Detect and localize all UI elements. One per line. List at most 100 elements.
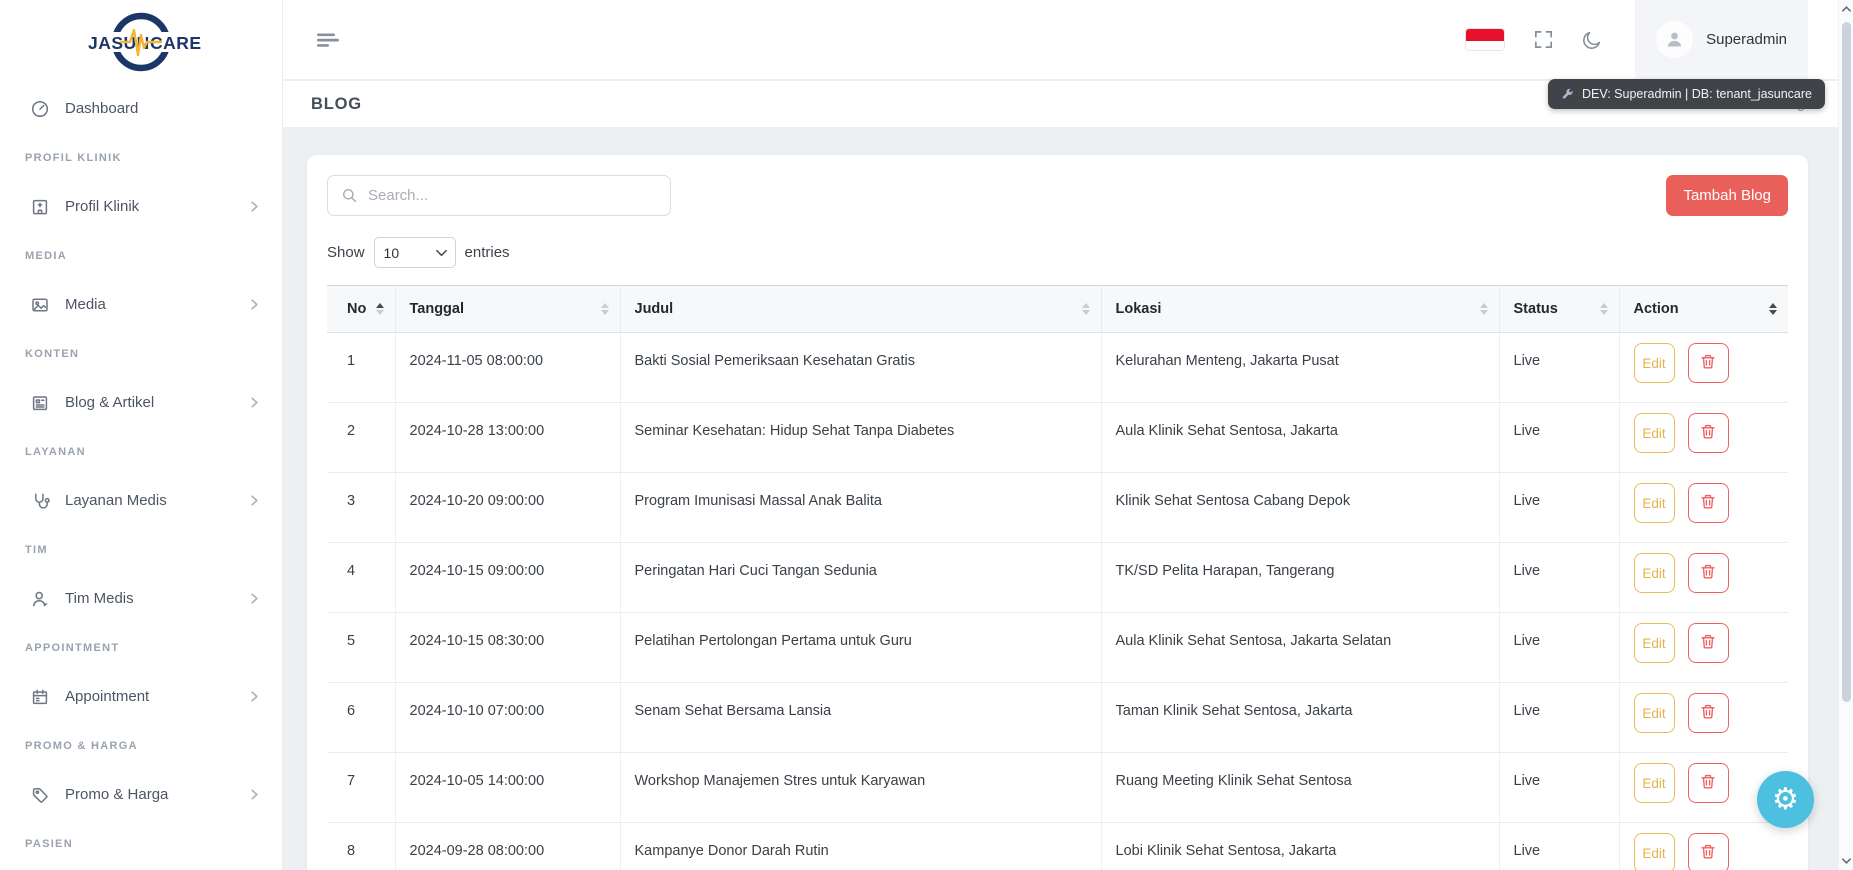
page-scrollbar[interactable] [1838,0,1853,870]
cell-judul: Peringatan Hari Cuci Tangan Sedunia [620,543,1101,613]
delete-button[interactable] [1688,693,1729,733]
cell-tanggal: 2024-10-28 13:00:00 [395,403,620,473]
jasuncare-logo-icon: JASUN CARE [77,9,205,75]
hospital-icon [30,197,50,217]
cell-status: Live [1499,543,1619,613]
user-menu[interactable]: Superadmin [1635,0,1808,79]
delete-button[interactable] [1688,343,1729,383]
cell-lokasi: Taman Klinik Sehat Sentosa, Jakarta [1101,683,1499,753]
column-header-no[interactable]: No [327,286,395,333]
column-header-tanggal[interactable]: Tanggal [395,286,620,333]
sidebar-item-label: Profil Klinik [65,198,247,215]
show-label: Show [327,244,365,261]
sidebar-item-label: Layanan Medis [65,492,247,509]
cell-judul: Program Imunisasi Massal Anak Balita [620,473,1101,543]
sidebar-item-blog-artikel[interactable]: Blog & Artikel [0,378,282,427]
cell-no: 1 [327,333,395,403]
sidebar-item-label: Tim Medis [65,590,247,607]
column-label: No [347,301,366,317]
sidebar-item-dashboard[interactable]: Dashboard [0,84,282,133]
cell-action: Edit [1619,823,1788,870]
sort-arrows-icon [601,303,609,315]
cell-tanggal: 2024-10-15 08:30:00 [395,613,620,683]
edit-button[interactable]: Edit [1634,833,1675,870]
sidebar-section-tim: TIM [0,525,282,574]
sidebar-section-profil-klinik: PROFIL KLINIK [0,133,282,182]
sidebar-item-layanan-medis[interactable]: Layanan Medis [0,476,282,525]
news-icon [30,393,50,413]
image-icon [30,295,50,315]
fullscreen-button[interactable] [1532,28,1555,51]
sidebar-item-promo-harga[interactable]: Promo & Harga [0,770,282,819]
edit-button[interactable]: Edit [1634,553,1675,593]
trash-icon [1699,843,1717,864]
cell-judul: Pelatihan Pertolongan Pertama untuk Guru [620,613,1101,683]
page-size-row: Show 10 entries [327,237,1788,268]
column-header-judul[interactable]: Judul [620,286,1101,333]
edit-button[interactable]: Edit [1634,623,1675,663]
search-input[interactable] [368,187,657,204]
edit-button[interactable]: Edit [1634,343,1675,383]
sort-arrows-icon [1600,303,1608,315]
delete-button[interactable] [1688,483,1729,523]
sidebar-item-tim-medis[interactable]: Tim Medis [0,574,282,623]
table-row: 32024-10-20 09:00:00Program Imunisasi Ma… [327,473,1788,543]
column-header-status[interactable]: Status [1499,286,1619,333]
scroll-up-arrow[interactable] [1841,5,1852,13]
app-logo[interactable]: JASUN CARE [0,0,282,84]
sidebar-item-media[interactable]: Media [0,280,282,329]
trash-icon [1699,423,1717,444]
cell-tanggal: 2024-11-05 08:00:00 [395,333,620,403]
cell-judul: Kampanye Donor Darah Rutin [620,823,1101,870]
sidebar-item-appointment[interactable]: Appointment [0,672,282,721]
column-label: Status [1514,301,1558,317]
fullscreen-icon [1532,28,1555,51]
sidebar-item-label: Blog & Artikel [65,394,247,411]
cell-no: 5 [327,613,395,683]
sidebar-item-profil-klinik[interactable]: Profil Klinik [0,182,282,231]
edit-button[interactable]: Edit [1634,693,1675,733]
scroll-down-arrow[interactable] [1841,857,1852,865]
delete-button[interactable] [1688,833,1729,870]
sidebar-section-appointment: APPOINTMENT [0,623,282,672]
column-label: Action [1634,301,1679,317]
trash-icon [1699,703,1717,724]
page-size-select[interactable]: 10 [374,237,456,268]
card-toolbar: Tambah Blog [327,175,1788,216]
page-size-select-wrap: 10 [374,237,456,268]
language-flag-button[interactable] [1465,28,1505,51]
edit-button[interactable]: Edit [1634,483,1675,523]
cell-status: Live [1499,753,1619,823]
gauge-icon [30,99,50,119]
menu-toggle-button[interactable] [314,29,340,51]
column-header-action[interactable]: Action [1619,286,1788,333]
column-header-lokasi[interactable]: Lokasi [1101,286,1499,333]
trash-icon [1699,563,1717,584]
dev-tooltip: DEV: Superadmin | DB: tenant_jasuncare [1548,79,1825,109]
sidebar-section-pasien: PASIEN [0,819,282,868]
cell-status: Live [1499,333,1619,403]
page-title: BLOG [311,95,362,114]
delete-button[interactable] [1688,623,1729,663]
blog-table-card: Tambah Blog Show 10 entries No TanggalJud… [307,155,1808,870]
table-row: 22024-10-28 13:00:00Seminar Kesehatan: H… [327,403,1788,473]
scrollbar-thumb[interactable] [1842,22,1851,702]
table-row: 42024-10-15 09:00:00Peringatan Hari Cuci… [327,543,1788,613]
delete-button[interactable] [1688,763,1729,803]
dark-mode-toggle[interactable] [1581,29,1603,51]
tambah-blog-button[interactable]: Tambah Blog [1666,175,1788,216]
table-row: 12024-11-05 08:00:00Bakti Sosial Pemerik… [327,333,1788,403]
cell-lokasi: Klinik Sehat Sentosa Cabang Depok [1101,473,1499,543]
delete-button[interactable] [1688,553,1729,593]
cell-tanggal: 2024-10-05 14:00:00 [395,753,620,823]
calendar-icon [30,687,50,707]
settings-fab-button[interactable]: ⚙ [1757,771,1814,828]
edit-button[interactable]: Edit [1634,763,1675,803]
chevron-right-icon [247,199,262,214]
sort-arrows-icon [376,303,384,315]
edit-button[interactable]: Edit [1634,413,1675,453]
delete-button[interactable] [1688,413,1729,453]
content-area: Tambah Blog Show 10 entries No TanggalJud… [283,127,1853,870]
cell-action: Edit [1619,613,1788,683]
trash-icon [1699,633,1717,654]
